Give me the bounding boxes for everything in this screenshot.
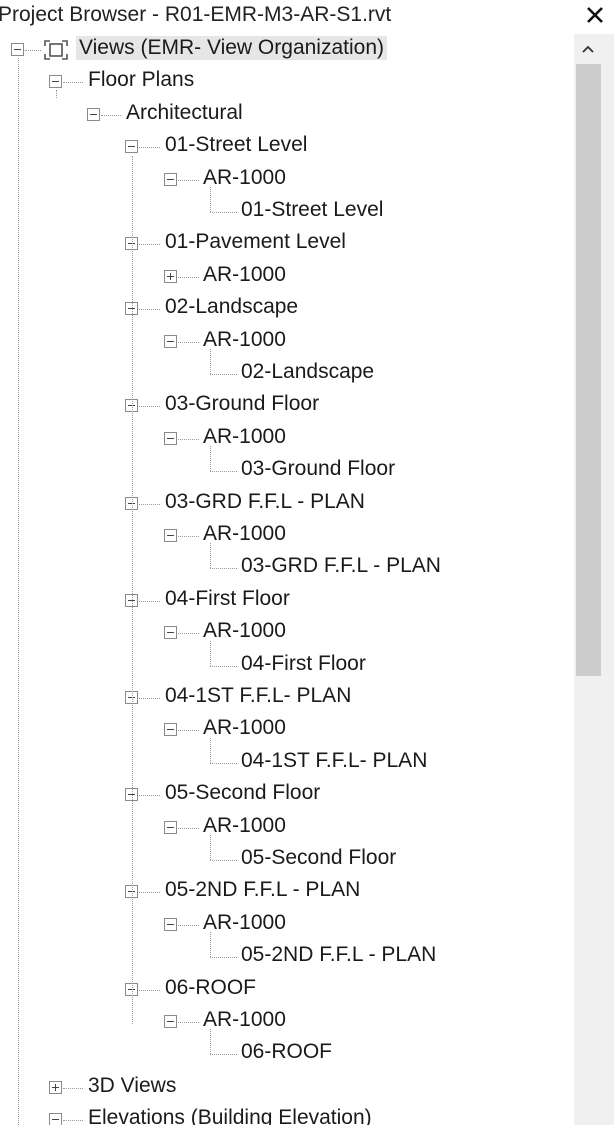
tree-label: 02-Landscape: [165, 295, 299, 318]
tree-node-level[interactable]: 06-ROOF: [0, 974, 574, 1006]
tree-label: 01-Street Level: [241, 198, 384, 221]
tree-label: 03-GRD F.F.L - PLAN: [165, 490, 365, 513]
collapse-toggle[interactable]: [87, 108, 100, 121]
tree-label: 03-GRD F.F.L - PLAN: [241, 554, 441, 577]
close-icon: [587, 7, 603, 23]
tree-node-view[interactable]: 04-1ST F.F.L- PLAN: [0, 738, 574, 779]
tree-label: 05-2ND F.F.L - PLAN: [165, 878, 361, 901]
tree-label: 05-Second Floor: [241, 846, 397, 869]
tree-node-sheet[interactable]: AR-1000: [0, 617, 574, 649]
tree-label: 02-Landscape: [241, 360, 375, 383]
tree-label: AR-1000: [203, 425, 286, 448]
tree-node-sheet[interactable]: AR-1000: [0, 164, 574, 196]
tree-label: 03-Ground Floor: [165, 392, 320, 415]
tree-node-level[interactable]: 02-Landscape: [0, 293, 574, 325]
collapse-toggle[interactable]: [164, 432, 177, 445]
tree-node-elevations[interactable]: Elevations (Building Elevation): [0, 1104, 574, 1125]
tree-node-view[interactable]: 01-Street Level: [0, 187, 574, 228]
vertical-scrollbar[interactable]: [574, 34, 614, 1125]
tree-node-view[interactable]: 03-Ground Floor: [0, 446, 574, 487]
window-title: Project Browser - R01-EMR-M3-AR-S1.rvt: [0, 3, 392, 26]
tree-label: 06-ROOF: [165, 976, 257, 999]
tree-node-sheet[interactable]: AR-1000: [0, 714, 574, 746]
tree-label: AR-1000: [203, 619, 286, 642]
tree-guide-line: [18, 58, 19, 1125]
tree-node-views-root[interactable]: Views (EMR- View Organization): [0, 34, 574, 66]
tree-node-level[interactable]: 04-First Floor: [0, 585, 574, 617]
collapse-toggle[interactable]: [164, 173, 177, 186]
tree-label: AR-1000: [203, 328, 286, 351]
tree-label: AR-1000: [203, 166, 286, 189]
tree-label: Architectural: [126, 101, 243, 124]
tree-node-view[interactable]: 02-Landscape: [0, 349, 574, 390]
tree-label: Floor Plans: [88, 68, 195, 91]
scroll-thumb[interactable]: [576, 64, 601, 676]
tree-guide-line: [132, 156, 133, 1024]
scroll-up-button[interactable]: [574, 34, 602, 64]
tree-label: AR-1000: [203, 263, 286, 286]
tree-node-level[interactable]: 01-Pavement Level: [0, 228, 574, 260]
tree-node-sheet[interactable]: AR-1000: [0, 326, 574, 358]
tree-node-3d-views[interactable]: 3D Views: [0, 1072, 574, 1104]
tree-label: 06-ROOF: [241, 1040, 333, 1063]
tree-label: 04-First Floor: [241, 652, 366, 675]
collapse-toggle[interactable]: [49, 1113, 62, 1125]
collapse-toggle[interactable]: [11, 43, 24, 56]
tree-node-level[interactable]: 05-Second Floor: [0, 779, 574, 811]
collapse-toggle[interactable]: [125, 140, 138, 153]
collapse-toggle[interactable]: [164, 335, 177, 348]
tree-label: AR-1000: [203, 716, 286, 739]
expand-toggle[interactable]: [164, 270, 177, 283]
tree-label: AR-1000: [203, 911, 286, 934]
expand-toggle[interactable]: [49, 1081, 62, 1094]
tree-label: AR-1000: [203, 814, 286, 837]
tree-node-architectural[interactable]: Architectural: [0, 99, 574, 131]
tree-label: 01-Pavement Level: [165, 230, 346, 253]
collapse-toggle[interactable]: [164, 821, 177, 834]
chevron-up-icon: [582, 45, 594, 53]
collapse-toggle[interactable]: [164, 1015, 177, 1028]
tree-label: 03-Ground Floor: [241, 457, 396, 480]
tree-label: 04-1ST F.F.L- PLAN: [241, 749, 428, 772]
tree-node-sheet[interactable]: AR-1000: [0, 1006, 574, 1038]
views-icon: [44, 40, 68, 60]
tree-node-level[interactable]: 04-1ST F.F.L- PLAN: [0, 682, 574, 714]
collapse-toggle[interactable]: [164, 529, 177, 542]
tree-label: 05-2ND F.F.L - PLAN: [241, 943, 437, 966]
tree-label: 3D Views: [88, 1074, 177, 1097]
tree-label: 01-Street Level: [165, 133, 308, 156]
tree-node-sheet[interactable]: AR-1000: [0, 423, 574, 455]
tree-guide-line: [56, 90, 57, 98]
tree-node-view[interactable]: 04-First Floor: [0, 641, 574, 682]
tree-node-sheet[interactable]: AR-1000: [0, 812, 574, 844]
collapse-toggle[interactable]: [164, 723, 177, 736]
collapse-toggle[interactable]: [49, 75, 62, 88]
tree-label: AR-1000: [203, 1008, 286, 1031]
tree-node-view[interactable]: 06-ROOF: [0, 1029, 574, 1070]
tree-node-level[interactable]: 05-2ND F.F.L - PLAN: [0, 876, 574, 908]
tree-node-level[interactable]: 01-Street Level: [0, 131, 574, 163]
tree-node-sheet[interactable]: AR-1000: [0, 520, 574, 552]
tree-node-view[interactable]: 05-Second Floor: [0, 835, 574, 876]
tree-node-sheet[interactable]: AR-1000: [0, 261, 574, 293]
close-button[interactable]: [582, 1, 608, 29]
tree-label: AR-1000: [203, 522, 286, 545]
tree-node-view[interactable]: 03-GRD F.F.L - PLAN: [0, 543, 574, 584]
tree-label: Views (EMR- View Organization): [76, 36, 387, 60]
tree-node-view[interactable]: 05-2ND F.F.L - PLAN: [0, 932, 574, 973]
tree-node-floor-plans[interactable]: Floor Plans: [0, 66, 574, 98]
collapse-toggle[interactable]: [164, 626, 177, 639]
tree-label: 05-Second Floor: [165, 781, 321, 804]
collapse-toggle[interactable]: [164, 918, 177, 931]
tree-label: 04-First Floor: [165, 587, 290, 610]
tree-node-sheet[interactable]: AR-1000: [0, 909, 574, 941]
project-browser-tree[interactable]: Views (EMR- View Organization) Floor Pla…: [0, 34, 574, 1125]
tree-node-level[interactable]: 03-GRD F.F.L - PLAN: [0, 488, 574, 520]
tree-label: Elevations (Building Elevation): [88, 1106, 372, 1125]
tree-node-level[interactable]: 03-Ground Floor: [0, 390, 574, 422]
tree-label: 04-1ST F.F.L- PLAN: [165, 684, 352, 707]
title-bar: Project Browser - R01-EMR-M3-AR-S1.rvt: [0, 0, 614, 34]
